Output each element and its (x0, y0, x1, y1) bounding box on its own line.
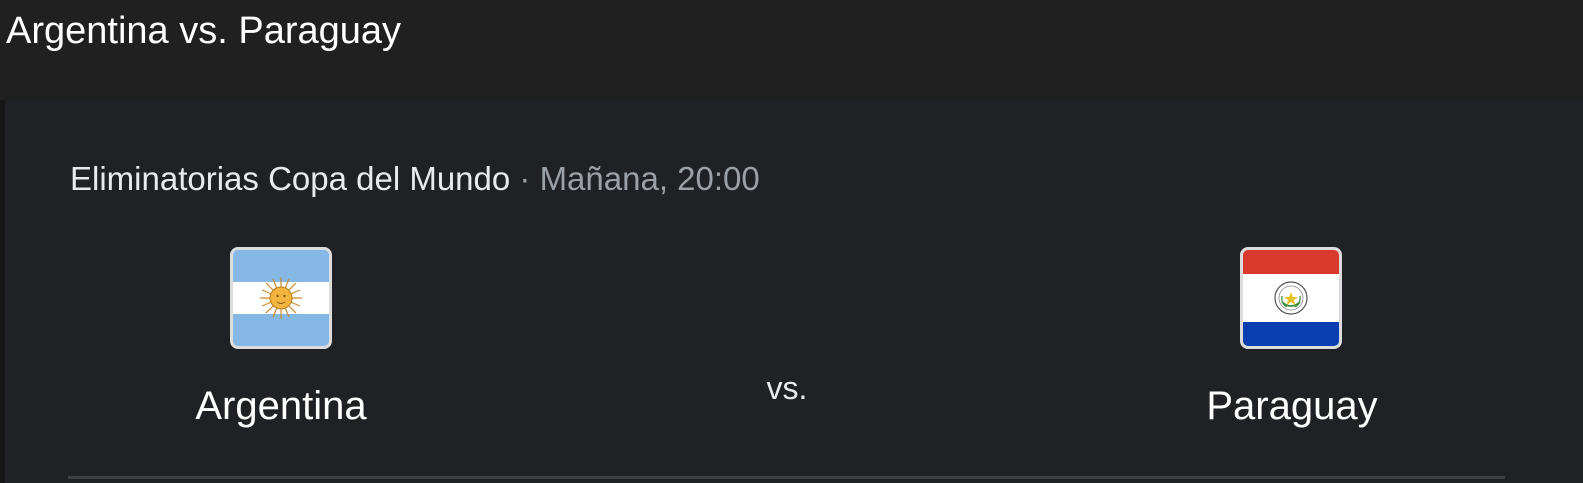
home-team-name[interactable]: Argentina (131, 384, 431, 429)
page-title: Argentina vs. Paraguay (6, 10, 402, 52)
separator-dot: · (510, 160, 540, 197)
match-info-line: Eliminatorias Copa del Mundo · Mañana, 2… (70, 160, 760, 198)
paraguay-flag-svg (1243, 250, 1339, 346)
match-time: Mañana, 20:00 (539, 160, 760, 197)
argentina-flag-svg (233, 250, 329, 346)
paraguay-coat-of-arms-icon (1274, 281, 1308, 315)
paraguay-flag-image (1243, 250, 1339, 346)
argentina-flag-image (233, 250, 329, 346)
vs-label: vs. (766, 370, 808, 406)
header-bar: Argentina vs. Paraguay (0, 0, 1583, 100)
away-team-name[interactable]: Paraguay (1142, 384, 1442, 429)
paraguay-flag-icon[interactable] (1240, 247, 1342, 349)
sun-of-may-icon (260, 277, 302, 319)
competition-name[interactable]: Eliminatorias Copa del Mundo (70, 160, 510, 197)
argentina-flag-icon[interactable] (230, 247, 332, 349)
bottom-divider (68, 476, 1505, 479)
